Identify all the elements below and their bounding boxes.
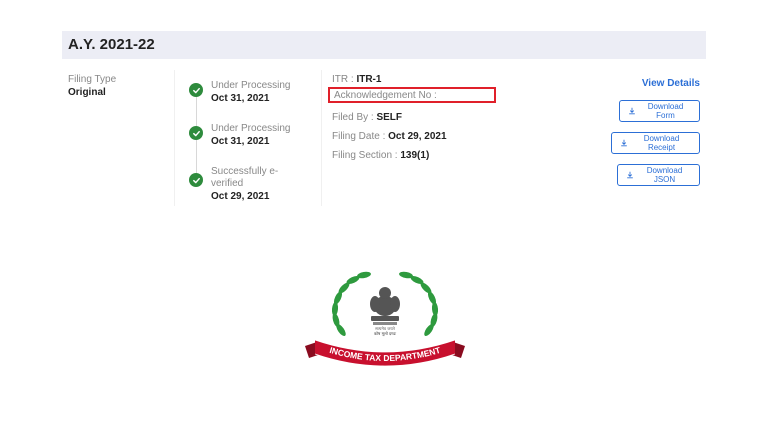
income-tax-department-logo: सत्यमेव जयते कोष मूलो दण्डः INCOME TAX D… [305, 271, 465, 367]
status-timeline: Under Processing Oct 31, 2021 Under Proc… [174, 70, 322, 206]
download-receipt-label: Download Receipt [643, 134, 680, 152]
filing-section-row: Filing Section : 139(1) [332, 150, 447, 169]
timeline-date: Oct 31, 2021 [211, 136, 270, 147]
download-json-button[interactable]: Download JSON [617, 164, 700, 186]
download-receipt-button[interactable]: Download Receipt [611, 132, 700, 154]
motto-text: कोष मूलो दण्डः [374, 331, 396, 337]
itr-value: ITR-1 [356, 74, 382, 85]
download-icon [620, 139, 628, 147]
timeline-step: Under Processing Oct 31, 2021 [189, 123, 290, 148]
filing-date-row: Filing Date : Oct 29, 2021 [332, 131, 447, 150]
timeline-status: Under Processing [211, 80, 291, 91]
filing-date-label: Filing Date : [332, 131, 389, 142]
download-icon [626, 171, 634, 179]
acknowledgement-highlight: Acknowledgement No : [328, 87, 496, 103]
filed-by-label: Filed By : [332, 112, 377, 123]
filing-section-label: Filing Section : [332, 150, 401, 161]
assessment-year-header: A.Y. 2021-22 [62, 31, 706, 59]
check-circle-icon [189, 83, 203, 97]
filing-section-value: 139(1) [400, 150, 430, 161]
filed-by-row: Filed By : SELF [332, 112, 447, 131]
download-icon [628, 107, 636, 115]
download-json-label: Download JSON [646, 166, 683, 184]
timeline-date: Oct 31, 2021 [211, 93, 270, 104]
timeline-step: Successfully e-verified Oct 29, 2021 [189, 166, 281, 203]
timeline-status: Successfully e-verified [211, 166, 279, 189]
download-form-label: Download Form [647, 102, 684, 120]
timeline-status: Under Processing [211, 123, 291, 134]
timeline-date: Oct 29, 2021 [211, 191, 270, 202]
timeline-step: Under Processing Oct 31, 2021 [189, 80, 290, 105]
filing-type-block: Filing Type Original [68, 74, 116, 98]
acknowledgement-label: Acknowledgement No : [334, 90, 437, 101]
filed-by-value: SELF [376, 112, 403, 123]
check-circle-icon [189, 126, 203, 140]
download-form-button[interactable]: Download Form [619, 100, 700, 122]
assessment-year-title: A.Y. 2021-22 [68, 36, 155, 53]
view-details-link[interactable]: View Details [642, 78, 700, 89]
filing-type-label: Filing Type [68, 74, 117, 85]
national-emblem-icon [370, 287, 400, 325]
itr-label: ITR : [332, 74, 357, 85]
check-circle-icon [189, 173, 203, 187]
filing-type-value: Original [68, 87, 106, 98]
filing-date-value: Oct 29, 2021 [388, 131, 447, 142]
